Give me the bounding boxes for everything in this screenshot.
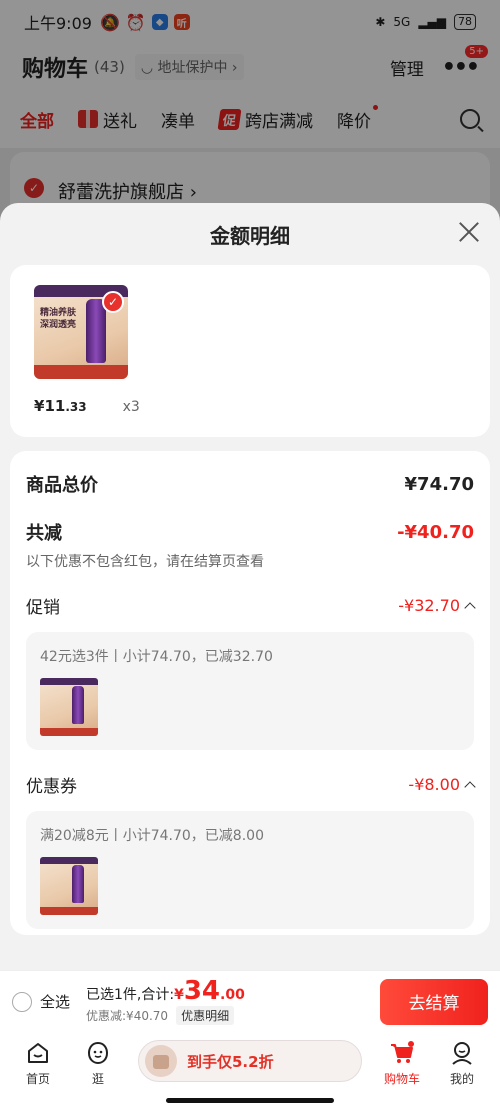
sheet-title: 金额明细 <box>210 223 290 248</box>
sub-line: 优惠减:¥40.70 优惠明细 <box>86 1006 245 1025</box>
product-image[interactable]: 精油养肤 深润透亮 ✓ <box>34 285 128 379</box>
home-indicator <box>166 1098 334 1103</box>
checkout-bar: 全选 已选1件,合计: ¥ 34 .00 优惠减:¥40.70 优惠明细 去结算 <box>0 970 500 1032</box>
image-text: 精油养肤 深润透亮 <box>40 308 77 330</box>
profile-icon <box>452 1042 472 1065</box>
product-price-row: ¥11.33 x3 <box>34 397 466 415</box>
sum-dec: .00 <box>220 987 245 1003</box>
discount-detail-button[interactable]: 优惠明细 <box>176 1006 235 1025</box>
select-all-label[interactable]: 全选 <box>40 991 70 1012</box>
sum-currency: ¥ <box>174 987 184 1003</box>
nav-browse[interactable]: 逛 <box>68 1032 128 1111</box>
price-int: 11 <box>44 397 66 415</box>
promo-product-thumb <box>40 678 98 736</box>
nav-home[interactable]: 首页 <box>8 1032 68 1111</box>
promo-detail-text: 42元选3件丨小计74.70，已减32.70 <box>40 649 273 665</box>
cart-icon <box>391 1041 414 1063</box>
browse-icon <box>87 1041 109 1065</box>
total-value: ¥74.70 <box>404 473 474 495</box>
bag-icon <box>145 1045 177 1077</box>
nav-mine[interactable]: 我的 <box>432 1032 492 1111</box>
product-price: ¥11.33 <box>34 397 87 415</box>
bottle-shape <box>86 299 106 363</box>
promo-row[interactable]: 促销 -¥32.70 <box>26 593 476 618</box>
promo-detail-box: 42元选3件丨小计74.70，已减32.70 <box>26 632 474 750</box>
coupon-row[interactable]: 优惠券 -¥8.00 <box>26 772 476 797</box>
summary-card: 商品总价 ¥74.70 共减 -¥40.70 以下优惠不包含红包，请在结算页查看… <box>10 451 490 935</box>
price-symbol: ¥ <box>34 397 45 415</box>
nav-home-label: 首页 <box>25 1072 50 1086</box>
coupon-detail-text: 满20减8元丨小计74.70，已减8.00 <box>40 828 264 844</box>
nav-browse-label: 逛 <box>91 1072 104 1086</box>
coupon-value: -¥8.00 <box>408 775 460 794</box>
total-row: 商品总价 ¥74.70 <box>26 471 474 497</box>
close-icon[interactable] <box>458 221 480 243</box>
coupon-value-wrap: -¥8.00 <box>408 775 476 794</box>
sheet-title-bar: 金额明细 <box>0 203 500 265</box>
home-icon <box>28 1043 48 1063</box>
product-card: 精油养肤 深润透亮 ✓ ¥11.33 x3 <box>10 265 490 437</box>
nav-mine-label: 我的 <box>449 1072 474 1086</box>
discount-row: 共减 -¥40.70 <box>26 519 474 545</box>
product-qty: x3 <box>122 399 140 415</box>
promo-label: 促销 <box>26 598 60 618</box>
coupon-detail-box: 满20减8元丨小计74.70，已减8.00 <box>26 811 474 929</box>
discount-label: 共减 <box>26 523 62 544</box>
discount-value: -¥40.70 <box>397 521 474 543</box>
amount-detail-sheet: 金额明细 精油养肤 深润透亮 ✓ ¥11.33 x3 商品总价 ¥74.70 共… <box>0 203 500 970</box>
total-label: 商品总价 <box>26 475 98 496</box>
promo-value-wrap: -¥32.70 <box>398 596 476 615</box>
promo-value: -¥32.70 <box>398 596 460 615</box>
image-bottom-bar <box>34 365 128 379</box>
promo-pill-text: 到手仅5.2折 <box>187 1052 274 1071</box>
chevron-up-icon[interactable] <box>464 601 476 614</box>
discount-summary: 优惠减:¥40.70 <box>86 1009 169 1023</box>
coupon-label: 优惠券 <box>26 777 77 797</box>
promo-pill[interactable]: 到手仅5.2折 <box>138 1040 362 1082</box>
selected-check-icon: ✓ <box>102 291 124 313</box>
select-all-radio[interactable] <box>12 991 32 1012</box>
chevron-up-icon[interactable] <box>464 780 476 793</box>
checkout-button[interactable]: 去结算 <box>380 978 488 1025</box>
sum-line: 已选1件,合计: ¥ 34 .00 <box>86 978 245 1004</box>
discount-note: 以下优惠不包含红包，请在结算页查看 <box>26 554 264 570</box>
coupon-product-thumb <box>40 857 98 915</box>
nav-cart[interactable]: 购物车 <box>372 1032 432 1111</box>
nav-cart-label: 购物车 <box>383 1072 420 1086</box>
sum-block: 已选1件,合计: ¥ 34 .00 优惠减:¥40.70 优惠明细 <box>86 978 245 1025</box>
sum-int: 34 <box>183 976 221 1006</box>
selected-text: 已选1件,合计: <box>86 987 175 1003</box>
price-dec: .33 <box>65 400 87 414</box>
